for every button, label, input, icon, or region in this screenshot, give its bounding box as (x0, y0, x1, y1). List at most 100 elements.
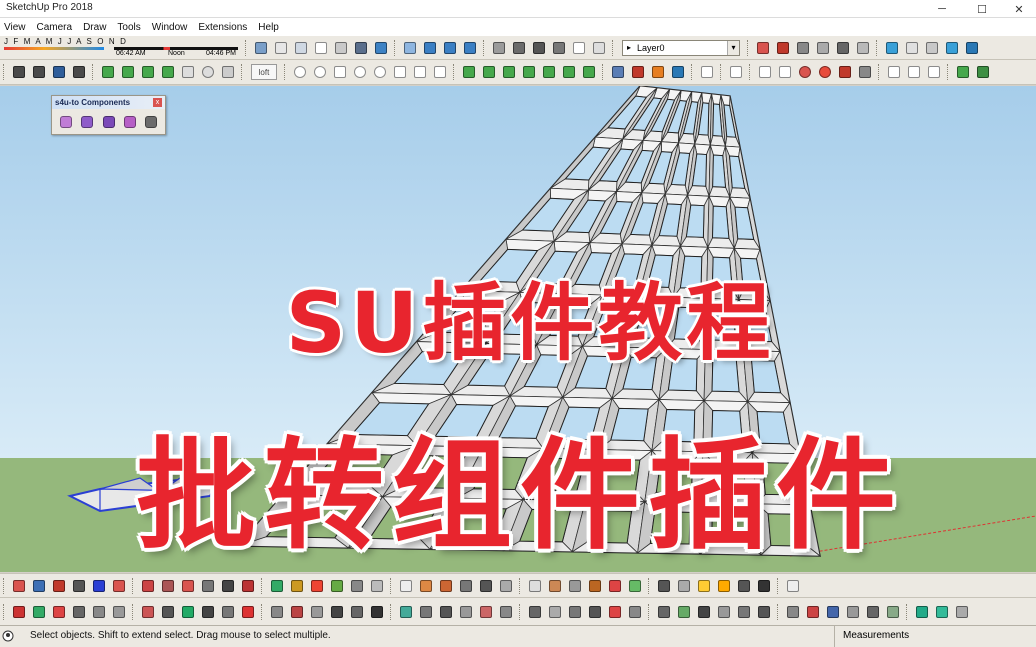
bottom-row2-tool-32-icon[interactable] (675, 603, 693, 621)
bottom-row2-tool-24-icon[interactable] (497, 603, 515, 621)
bottom-row2-tool-43-icon[interactable] (913, 603, 931, 621)
menu-tools[interactable]: Tools (117, 22, 140, 33)
chart-tool-icon[interactable] (756, 63, 774, 81)
plugin-c-icon[interactable] (50, 63, 68, 81)
bottom-row2-tool-19-icon[interactable] (397, 603, 415, 621)
toolbar-grip[interactable] (3, 64, 6, 80)
bottom-row2-tool-38-icon[interactable] (804, 603, 822, 621)
bottom-row1-tool-31-icon[interactable] (655, 577, 673, 595)
bottom-row1-tool-23-icon[interactable] (477, 577, 495, 595)
minimize-button[interactable]: ─ (922, 0, 962, 18)
bottom-row2-tool-20-icon[interactable] (417, 603, 435, 621)
triangle-tool-icon[interactable] (776, 63, 794, 81)
bottom-row2-tool-3-icon[interactable] (50, 603, 68, 621)
bottom-row1-tool-24-icon[interactable] (497, 577, 515, 595)
bottom-row2-tool-4-icon[interactable] (70, 603, 88, 621)
toolbar-grip[interactable] (777, 603, 780, 620)
bottom-row2-tool-28-icon[interactable] (586, 603, 604, 621)
bottom-row1-tool-4-icon[interactable] (70, 577, 88, 595)
frame-tool-2-icon[interactable] (905, 63, 923, 81)
layer-select[interactable]: ▸ Layer0 ▾ (622, 39, 740, 56)
bottom-row1-tool-20-icon[interactable] (417, 577, 435, 595)
refresh-icon[interactable] (796, 63, 814, 81)
solid-split-icon[interactable] (963, 39, 981, 57)
bottom-row1-tool-3-icon[interactable] (50, 577, 68, 595)
toolbar-grip[interactable] (878, 64, 881, 80)
bottom-row1-tool-35-icon[interactable] (735, 577, 753, 595)
bottom-row1-tool-36-icon[interactable] (755, 577, 773, 595)
hidden-line-icon[interactable] (312, 39, 330, 57)
bottom-row2-tool-6-icon[interactable] (110, 603, 128, 621)
top-view-icon[interactable] (421, 39, 439, 57)
cylinder-icon[interactable] (179, 63, 197, 81)
bottom-row1-tool-7-icon[interactable] (139, 577, 157, 595)
section-extra-icon[interactable] (854, 39, 872, 57)
model-viewport[interactable]: SU插件教程 批转组件插件 (0, 86, 1036, 572)
right-view-icon[interactable] (461, 39, 479, 57)
toolbar-grip[interactable] (245, 39, 248, 56)
toolbar-grip[interactable] (519, 577, 522, 594)
green-plugin-3-icon[interactable] (139, 63, 157, 81)
bottom-row2-tool-1-icon[interactable] (10, 603, 28, 621)
green-plugin-2-icon[interactable] (119, 63, 137, 81)
menu-help[interactable]: Help (258, 22, 279, 33)
menu-window[interactable]: Window (152, 22, 188, 33)
toolbar-grip[interactable] (777, 577, 780, 594)
bottom-row1-tool-19-icon[interactable] (397, 577, 415, 595)
green-tool-7-icon[interactable] (580, 63, 598, 81)
hook-icon[interactable] (431, 63, 449, 81)
bottom-row2-tool-40-icon[interactable] (844, 603, 862, 621)
green-tool-3-icon[interactable] (500, 63, 518, 81)
bottom-row1-tool-8-icon[interactable] (159, 577, 177, 595)
bottom-row1-tool-16-icon[interactable] (328, 577, 346, 595)
toolbar-grip[interactable] (132, 577, 135, 594)
toolbar-grip[interactable] (947, 64, 950, 80)
bottom-row2-tool-7-icon[interactable] (139, 603, 157, 621)
toolbar-grip[interactable] (3, 577, 6, 594)
section-cut-icon[interactable] (774, 39, 792, 57)
bottom-row2-tool-2-icon[interactable] (30, 603, 48, 621)
bottom-row1-tool-26-icon[interactable] (546, 577, 564, 595)
bottom-row1-tool-12-icon[interactable] (239, 577, 257, 595)
user-icon[interactable] (2, 630, 14, 642)
bottom-row2-tool-5-icon[interactable] (90, 603, 108, 621)
toolbar-grip[interactable] (390, 577, 393, 594)
box-blue-icon[interactable] (669, 63, 687, 81)
ring-icon[interactable] (351, 63, 369, 81)
section-tool-icon[interactable] (834, 39, 852, 57)
toolbar-grip[interactable] (749, 64, 752, 80)
bottom-row1-tool-34-icon[interactable] (715, 577, 733, 595)
green-plugin-1-icon[interactable] (99, 63, 117, 81)
bottom-row2-tool-27-icon[interactable] (566, 603, 584, 621)
toolbar-grip[interactable] (648, 603, 651, 620)
plugin-d-icon[interactable] (70, 63, 88, 81)
green-cube-icon[interactable] (954, 63, 972, 81)
target-icon[interactable] (816, 63, 834, 81)
sphere-icon[interactable] (199, 63, 217, 81)
iso-view-icon[interactable] (401, 39, 419, 57)
bottom-row2-tool-30-icon[interactable] (626, 603, 644, 621)
toolbar-grip[interactable] (3, 603, 6, 620)
share-model-icon[interactable] (510, 39, 528, 57)
green-tool-4-icon[interactable] (520, 63, 538, 81)
close-icon[interactable]: x (153, 98, 162, 107)
front-view-icon[interactable] (441, 39, 459, 57)
shaded-icon[interactable] (332, 39, 350, 57)
explode-icon[interactable] (79, 113, 95, 130)
toolbar-grip[interactable] (747, 39, 750, 56)
bottom-row1-tool-17-icon[interactable] (348, 577, 366, 595)
rotate-tool-icon[interactable] (856, 63, 874, 81)
toolbar-grip[interactable] (519, 603, 522, 620)
bottom-row2-tool-18-icon[interactable] (368, 603, 386, 621)
shadow-date-slider[interactable] (4, 46, 104, 50)
bottom-row2-tool-29-icon[interactable] (606, 603, 624, 621)
bottom-row2-tool-34-icon[interactable] (715, 603, 733, 621)
wireframe-icon[interactable] (292, 39, 310, 57)
close-button[interactable]: ✕ (1002, 0, 1036, 18)
toolbar-grip[interactable] (132, 603, 135, 620)
bottom-row2-tool-44-icon[interactable] (933, 603, 951, 621)
bottom-row2-tool-42-icon[interactable] (884, 603, 902, 621)
bottom-row1-tool-37-icon[interactable] (784, 577, 802, 595)
helix-icon[interactable] (391, 63, 409, 81)
xray-icon[interactable] (252, 39, 270, 57)
